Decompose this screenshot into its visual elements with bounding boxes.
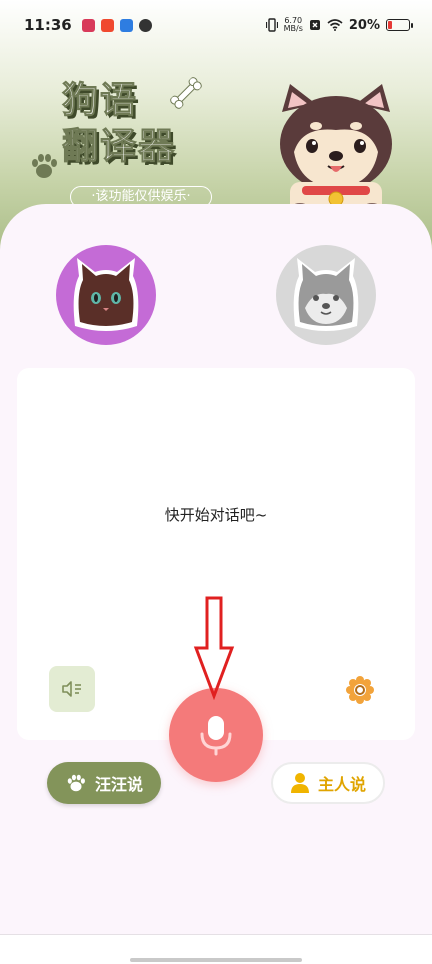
down-arrow-annotation [193,596,235,700]
sim-off-icon [309,20,320,30]
paw-icon [67,774,85,792]
owner-speak-button[interactable]: 主人说 [271,762,385,804]
dog-avatar[interactable] [276,245,376,345]
cat-face-icon [73,258,139,331]
bark-button-label: 汪汪说 [94,775,143,794]
owner-button-label: 主人说 [317,775,366,794]
microphone-button[interactable] [169,688,263,782]
status-bar: 11:36 6.70 MB/s 20% [0,0,432,50]
speaker-button[interactable] [49,666,95,712]
speaker-icon [62,681,81,697]
cat-avatar[interactable] [56,245,156,345]
bark-speak-button[interactable]: 汪汪说 [47,762,161,804]
app-notification-icon [119,18,133,32]
title-line-1: 狗语 [62,80,139,122]
person-icon [290,773,309,793]
divider [0,934,432,935]
dog-face-icon [293,258,359,331]
app-notification-icon [81,18,95,32]
battery-icon [386,19,413,31]
network-speed: 6.70 MB/s [283,16,303,33]
gear-icon[interactable] [345,675,375,705]
shiba-dog-illustration [280,84,392,222]
app-title: 狗语 翻译器 [62,77,232,170]
empty-conversation-prompt: 快开始对话吧~ [164,506,268,524]
status-time: 11:36 [24,16,72,34]
battery-percent: 20% [348,17,380,33]
paw-decoration-icon [32,154,57,178]
app-notification-icon [138,18,152,32]
title-line-2: 翻译器 [62,126,177,168]
vibrate-icon [265,18,278,32]
wifi-icon [327,19,343,31]
home-indicator[interactable] [130,958,302,962]
microphone-icon [200,716,232,756]
app-notification-icon [100,18,114,32]
